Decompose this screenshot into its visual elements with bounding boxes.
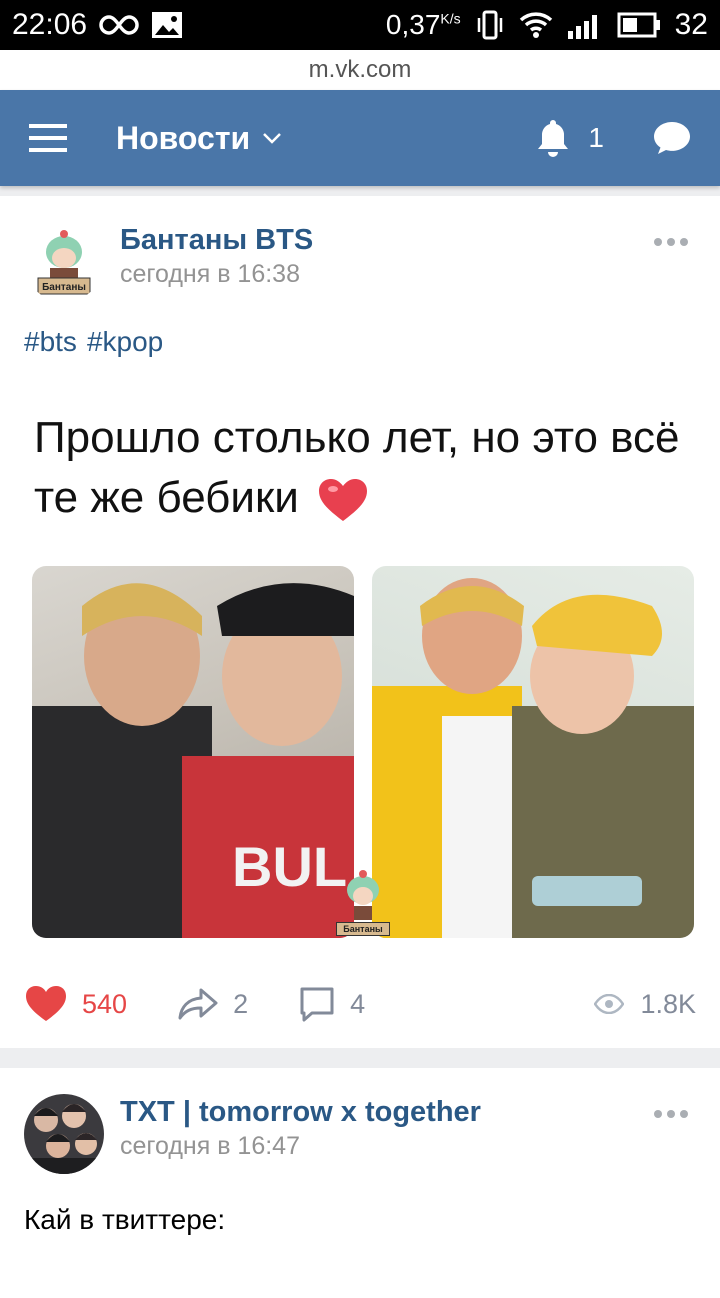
share-button[interactable]: 2 [177,987,248,1021]
dot-icon [667,238,675,246]
chat-bubble-icon [654,122,690,154]
heart-icon [26,986,66,1021]
battery-icon [617,12,660,38]
network-speed: 0,37 [385,9,441,40]
network-speed-unit: K/s [440,10,461,27]
post-actions: 540 2 4 1.8K [24,982,696,1026]
post-more-button[interactable] [654,238,688,246]
like-button[interactable]: 540 [24,985,127,1023]
battery-level: 32 [674,8,708,41]
dot-icon [667,1110,675,1118]
wifi-icon [519,12,552,38]
hamburger-icon [29,124,67,152]
infinity-icon [99,15,139,35]
community-watermark: Бантаны [336,866,390,936]
status-bar: 22:06 0,37K/s 32 [0,0,720,50]
post-date[interactable]: сегодня в 16:38 [120,258,313,290]
heart-emoji-icon [319,479,368,522]
chevron-down-icon [263,133,282,144]
views-counter: 1.8K [594,989,696,1020]
svg-text:BUL: BUL [232,835,347,898]
hashtag-link[interactable]: #bts [24,326,77,357]
section-selector[interactable]: Новости [116,120,282,157]
community-avatar[interactable]: Бантаны [24,222,104,302]
share-count: 2 [233,988,249,1019]
post-date[interactable]: сегодня в 16:47 [120,1130,481,1162]
url-bar[interactable]: m.vk.com [0,50,720,90]
comment-icon [300,987,334,1022]
app-header: Новости 1 [0,90,720,186]
notifications-button[interactable]: 1 [514,118,624,158]
post-more-button[interactable] [654,1110,688,1118]
meme-caption: Прошло столько лет, но это всё те же беб… [34,408,694,528]
comment-count: 4 [350,988,366,1019]
url-text: m.vk.com [308,56,412,83]
bell-icon [538,120,569,157]
post-photo-left[interactable]: BUL [32,566,354,938]
image-icon [152,12,183,38]
like-count: 540 [82,988,128,1019]
avatar-label: Бантаны [42,282,86,293]
hashtag-link[interactable]: #kpop [87,326,163,357]
share-arrow-icon [178,988,218,1020]
dot-icon [654,1110,662,1118]
post-author[interactable]: TXT | tomorrow x together [120,1094,481,1130]
post-author[interactable]: Бантаны BTS [120,222,313,258]
messages-button[interactable] [624,90,720,186]
post-tags: #bts #kpop [24,326,173,358]
page-title: Новости [116,119,251,156]
signal-icon [567,15,597,39]
status-time: 22:06 [12,8,88,41]
community-avatar[interactable] [24,1094,104,1174]
dot-icon [680,238,688,246]
watermark-label: Бантаны [336,922,390,936]
feed-post: Бантаны Бантаны BTS сегодня в 16:38 #bts… [0,196,720,1048]
post-text: Кай в твиттере: [24,1204,226,1235]
feed-post: TXT | tomorrow x together сегодня в 16:4… [0,1068,720,1298]
vibrate-icon [477,10,502,40]
notifications-count: 1 [588,122,604,153]
dot-icon [654,238,662,246]
eye-icon [594,994,625,1014]
post-photo-right[interactable] [372,566,694,938]
dot-icon [680,1110,688,1118]
comment-button[interactable]: 4 [298,986,365,1022]
menu-button[interactable] [0,90,96,186]
views-count: 1.8K [640,988,696,1019]
